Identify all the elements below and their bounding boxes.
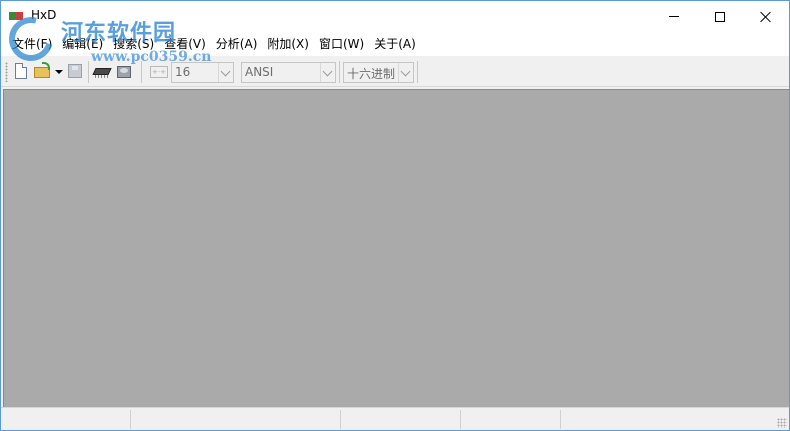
chevron-down-icon[interactable]: [398, 63, 413, 82]
status-panel: [1, 410, 131, 429]
open-ram-icon: [92, 68, 112, 75]
maximize-button[interactable]: [697, 1, 743, 32]
toolbar: +·+ 16 ANSI 十六进制: [1, 57, 789, 87]
status-panel: [131, 410, 341, 429]
hxd-app-icon[interactable]: [9, 10, 23, 22]
status-panel: [561, 410, 789, 429]
status-bar: [1, 407, 789, 430]
menu-extras[interactable]: 附加(X): [262, 32, 314, 56]
new-file-button[interactable]: [13, 62, 29, 82]
menu-edit[interactable]: 编辑(E): [57, 32, 108, 56]
bytes-per-row-value: 16: [175, 65, 191, 79]
open-disk-icon: [117, 66, 131, 78]
close-button[interactable]: [743, 1, 789, 32]
menu-file[interactable]: 文件(F): [7, 32, 57, 56]
mdi-workspace[interactable]: [3, 89, 789, 407]
toolbar-separator: [141, 61, 142, 83]
close-icon: [760, 11, 772, 23]
menu-window[interactable]: 窗口(W): [314, 32, 369, 56]
menu-about[interactable]: 关于(A): [369, 32, 421, 56]
window-title: HxD: [31, 8, 57, 22]
open-ram-button[interactable]: [92, 62, 112, 82]
status-panel: [341, 410, 461, 429]
chevron-down-icon[interactable]: [320, 63, 335, 82]
menu-search[interactable]: 搜索(S): [108, 32, 159, 56]
menu-analysis[interactable]: 分析(A): [211, 32, 263, 56]
offset-base-select[interactable]: 十六进制: [343, 62, 414, 83]
toolbar-separator: [339, 61, 340, 83]
offset-base-value: 十六进制: [347, 67, 396, 81]
open-file-button[interactable]: [33, 62, 53, 82]
title-bar[interactable]: HxD: [1, 1, 789, 32]
open-disk-button[interactable]: [115, 62, 133, 82]
charset-value: ANSI: [245, 65, 274, 79]
bytes-per-row-icon: +·+: [150, 66, 168, 78]
menu-bar: 文件(F) 编辑(E) 搜索(S) 查看(V) 分析(A) 附加(X) 窗口(W…: [1, 32, 789, 56]
menu-view[interactable]: 查看(V): [159, 32, 211, 56]
save-icon: [68, 64, 82, 78]
minimize-button[interactable]: [651, 1, 697, 32]
bytes-per-row-select[interactable]: 16: [171, 62, 234, 83]
hxd-window: HxD 文件(F) 编辑(E) 搜索(S) 查看(V) 分析(A) 附加(X) …: [0, 0, 790, 431]
open-recent-dropdown[interactable]: [54, 62, 63, 82]
maximize-icon: [715, 11, 725, 22]
resize-grip-icon[interactable]: [777, 418, 787, 428]
chevron-down-icon[interactable]: [218, 63, 233, 82]
dropdown-arrow-icon: [55, 70, 63, 74]
charset-select[interactable]: ANSI: [241, 62, 336, 83]
new-file-icon: [15, 63, 27, 79]
minimize-icon: [669, 16, 679, 17]
toolbar-separator: [88, 61, 89, 83]
save-button[interactable]: [67, 62, 83, 82]
status-panel: [461, 410, 561, 429]
toolbar-separator: [417, 61, 418, 83]
toolbar-grip[interactable]: [5, 62, 8, 82]
bytes-per-row-button[interactable]: +·+: [149, 62, 169, 82]
